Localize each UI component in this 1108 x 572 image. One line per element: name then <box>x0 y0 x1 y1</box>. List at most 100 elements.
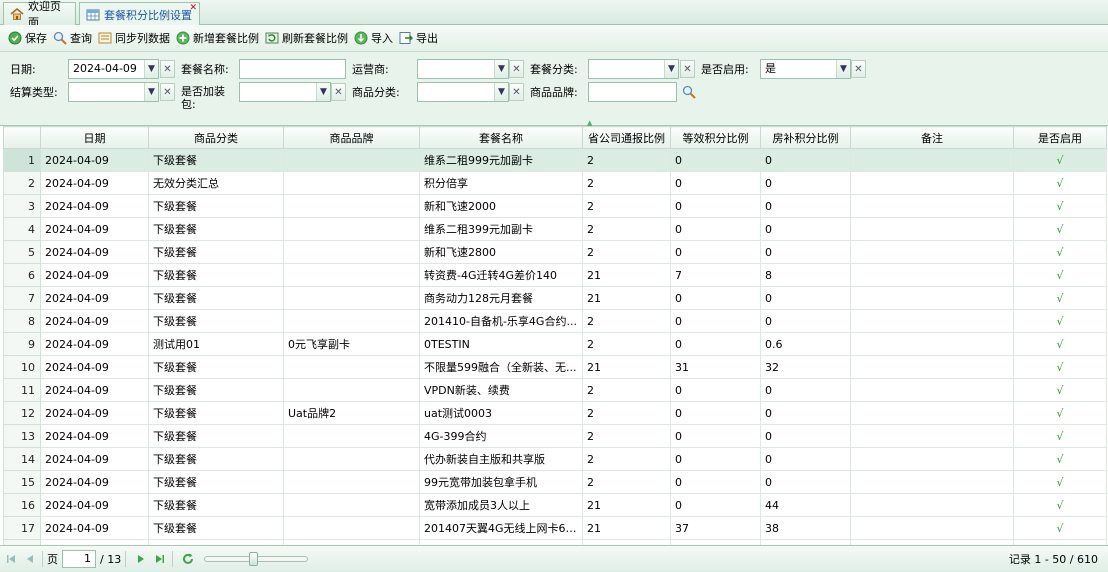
product-brand-input[interactable] <box>588 82 677 102</box>
package-category-clear-button[interactable]: ✕ <box>680 60 695 78</box>
table-row[interactable]: 14 2024-04-09 下级套餐 代办新装自主版和共享版 2 0 0 √ <box>3 447 1107 471</box>
tab-package-points-settings[interactable]: 套餐积分比例设置 ✕ <box>79 2 200 26</box>
cell-product-category: 下级套餐 <box>148 355 284 379</box>
cell-enabled: √ <box>1013 217 1107 241</box>
row-number: 7 <box>3 286 41 310</box>
cell-product-category: 下级套餐 <box>148 378 284 402</box>
import-button[interactable]: 导入 <box>351 27 396 49</box>
date-field[interactable]: 2024-04-09 ▼ <box>68 59 159 79</box>
operator-clear-button[interactable]: ✕ <box>509 60 524 78</box>
first-page-button[interactable] <box>3 551 19 567</box>
table-row[interactable]: 9 2024-04-09 测试用01 0元飞享副卡 0TESTIN 2 0 0.6 √ <box>3 332 1107 356</box>
product-category-clear-button[interactable]: ✕ <box>509 83 524 101</box>
export-button[interactable]: 导出 <box>396 27 441 49</box>
table-row[interactable]: 7 2024-04-09 下级套餐 商务动力128元月套餐 21 0 0 √ <box>3 286 1107 310</box>
cell-housing-points-ratio: 0 <box>760 217 851 241</box>
filter-panel: 日期: 2024-04-09 ▼ ✕ 套餐名称: 运营商: ▼ ✕ 套餐分类: … <box>0 52 1108 120</box>
cell-enabled: √ <box>1013 309 1107 333</box>
chevron-down-icon[interactable]: ▼ <box>494 83 508 101</box>
cell-province-report-ratio: 21 <box>582 516 671 540</box>
column-header-equivalent-points-ratio[interactable]: 等效积分比例 <box>670 126 761 149</box>
cell-product-category: 下级套餐 <box>148 286 284 310</box>
chevron-down-icon[interactable]: ▼ <box>144 60 158 78</box>
date-clear-button[interactable]: ✕ <box>160 60 175 78</box>
column-header-housing-points-ratio[interactable]: 房补积分比例 <box>760 126 851 149</box>
cell-product-category: 无效分类汇总 <box>148 171 284 195</box>
cell-equivalent-points-ratio: 0 <box>670 240 761 264</box>
column-header-product-category[interactable]: 商品分类 <box>148 126 284 149</box>
close-icon[interactable]: ✕ <box>189 4 197 13</box>
cell-package-name: 维系二租999元加副卡 <box>419 148 583 172</box>
settlement-type-select[interactable]: ▼ <box>68 82 159 102</box>
refresh-package-ratio-button[interactable]: 刷新套餐比例 <box>262 27 351 49</box>
tab-welcome[interactable]: 欢迎页面 <box>3 0 76 29</box>
table-row[interactable]: 3 2024-04-09 下级套餐 新和飞速2000 2 0 0 √ <box>3 194 1107 218</box>
cell-product-brand <box>283 286 420 310</box>
column-header-product-brand[interactable]: 商品品牌 <box>283 126 420 149</box>
refresh-icon <box>265 32 279 44</box>
table-row[interactable]: 1 2024-04-09 下级套餐 维系二租999元加副卡 2 0 0 √ <box>3 148 1107 172</box>
settlement-type-clear-button[interactable]: ✕ <box>160 83 175 101</box>
cell-remarks <box>850 194 1014 218</box>
reload-button[interactable] <box>180 551 196 567</box>
cell-remarks <box>850 493 1014 517</box>
cell-product-category: 下级套餐 <box>148 447 284 471</box>
date-value: 2024-04-09 <box>73 62 137 75</box>
chevron-down-icon[interactable]: ▼ <box>494 60 508 78</box>
chevron-down-icon[interactable]: ▼ <box>316 83 330 101</box>
cell-package-name: 201410-自备机-乐享4G合约... <box>419 309 583 333</box>
sync-icon <box>98 32 112 44</box>
table-row[interactable]: 13 2024-04-09 下级套餐 4G-399合约 2 0 0 √ <box>3 424 1107 448</box>
table-row[interactable]: 17 2024-04-09 下级套餐 201407天翼4G无线上网卡60... 21 37… <box>3 516 1107 540</box>
package-category-select[interactable]: ▼ <box>588 59 679 79</box>
column-header-province-report-ratio[interactable]: 省公司通报比例 <box>582 126 671 149</box>
cell-package-name: 代办新装自主版和共享版 <box>419 447 583 471</box>
column-header-package-name[interactable]: 套餐名称 <box>419 126 583 149</box>
row-number: 11 <box>3 378 41 402</box>
cell-housing-points-ratio: 8 <box>760 263 851 287</box>
add-icon <box>176 31 190 45</box>
cell-housing-points-ratio: 0 <box>760 424 851 448</box>
table-row[interactable]: 15 2024-04-09 下级套餐 99元宽带加装包拿手机 2 0 0 √ <box>3 470 1107 494</box>
last-page-button[interactable] <box>152 551 168 567</box>
package-name-input[interactable] <box>239 59 346 79</box>
close-icon: ✕ <box>512 63 521 75</box>
table-row[interactable]: 10 2024-04-09 下级套餐 不限量599融合（全新装、无... 21 31 32 √ <box>3 355 1107 379</box>
query-button[interactable]: 查询 <box>50 27 95 49</box>
chevron-down-icon[interactable]: ▼ <box>144 83 158 101</box>
table-row[interactable]: 2 2024-04-09 无效分类汇总 积分倍享 2 0 0 √ <box>3 171 1107 195</box>
product-brand-search-button[interactable] <box>681 83 697 101</box>
previous-page-icon <box>27 555 33 563</box>
table-row[interactable]: 12 2024-04-09 下级套餐 Uat品牌2 uat测试0003 2 0 0 √ <box>3 401 1107 425</box>
table-row[interactable]: 11 2024-04-09 下级套餐 VPDN新装、续费 2 0 0 √ <box>3 378 1107 402</box>
enabled-select[interactable]: 是 ▼ <box>760 59 851 79</box>
chevron-down-icon[interactable]: ▼ <box>836 60 850 78</box>
page-size-slider[interactable] <box>204 552 309 566</box>
page-number-input[interactable]: 1 <box>62 550 96 568</box>
sync-columns-button[interactable]: 同步列数据 <box>95 27 173 49</box>
add-package-ratio-button[interactable]: 新增套餐比例 <box>173 27 262 49</box>
table-row[interactable]: 6 2024-04-09 下级套餐 转资费-4G迁转4G差价140 21 7 8 √ <box>3 263 1107 287</box>
table-row[interactable]: 8 2024-04-09 下级套餐 201410-自备机-乐享4G合约... 2 0 0 √ <box>3 309 1107 333</box>
operator-select[interactable]: ▼ <box>417 59 509 79</box>
product-category-select[interactable]: ▼ <box>417 82 509 102</box>
previous-page-button[interactable] <box>22 551 38 567</box>
chevron-down-icon[interactable]: ▼ <box>664 60 678 78</box>
save-button[interactable]: 保存 <box>5 27 50 49</box>
table-row[interactable]: 16 2024-04-09 下级套餐 宽带添加成员3人以上 21 0 44 √ <box>3 493 1107 517</box>
table-row[interactable]: 5 2024-04-09 下级套餐 新和飞速2800 2 0 0 √ <box>3 240 1107 264</box>
table-row[interactable]: 4 2024-04-09 下级套餐 维系二租399元加副卡 2 0 0 √ <box>3 217 1107 241</box>
addon-package-select[interactable]: ▼ <box>239 82 331 102</box>
cell-date: 2024-04-09 <box>40 332 149 356</box>
next-page-button[interactable] <box>133 551 149 567</box>
column-header-date[interactable]: 日期 <box>40 126 149 149</box>
addon-package-clear-button[interactable]: ✕ <box>331 83 346 101</box>
cell-product-brand <box>283 424 420 448</box>
slider-thumb[interactable] <box>249 552 259 566</box>
cell-product-brand <box>283 516 420 540</box>
row-number: 4 <box>3 217 41 241</box>
column-header-enabled[interactable]: 是否启用 <box>1013 126 1107 149</box>
package-name-label: 套餐名称: <box>181 63 229 76</box>
enabled-clear-button[interactable]: ✕ <box>851 60 866 78</box>
column-header-remarks[interactable]: 备注 <box>850 126 1014 149</box>
